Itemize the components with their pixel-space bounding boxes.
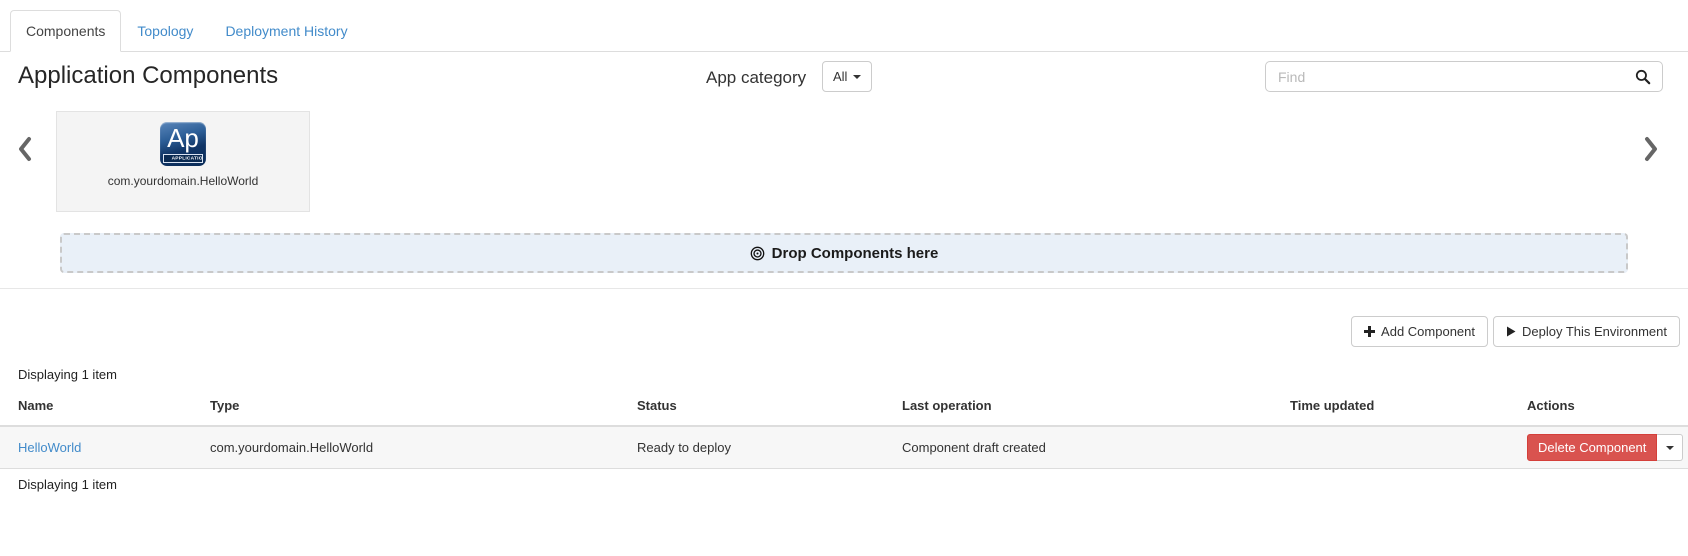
app-category-value: All [833, 69, 847, 84]
cell-last-operation: Component draft created [894, 426, 1282, 469]
cell-name: HelloWorld [0, 426, 202, 469]
caret-down-icon [1666, 446, 1674, 450]
cell-time-updated [1282, 426, 1519, 469]
component-card-label: com.yourdomain.HelloWorld [57, 174, 309, 188]
chevron-left-icon [17, 136, 32, 162]
components-table: Name Type Status Last operation Time upd… [0, 392, 1688, 469]
item-count-top: Displaying 1 item [18, 367, 117, 382]
component-link[interactable]: HelloWorld [18, 440, 81, 455]
search-icon[interactable] [1635, 69, 1651, 85]
column-header-last-operation: Last operation [894, 392, 1282, 426]
page-title: Application Components [18, 62, 278, 90]
add-component-button[interactable]: Add Component [1351, 316, 1488, 347]
deploy-environment-label: Deploy This Environment [1522, 324, 1667, 339]
delete-split-button: Delete Component [1527, 434, 1683, 461]
table-row: HelloWorld com.yourdomain.HelloWorld Rea… [0, 426, 1688, 469]
drop-zone-label: Drop Components here [772, 245, 939, 262]
app-category-label: App category [706, 68, 806, 88]
application-icon-caption: APPLICATION [172, 156, 195, 160]
deploy-environment-button[interactable]: Deploy This Environment [1493, 316, 1680, 347]
item-count-bottom: Displaying 1 item [18, 477, 117, 492]
tab-bar: Components Topology Deployment History [0, 10, 1688, 52]
tab-components[interactable]: Components [10, 10, 121, 52]
plus-icon [1364, 326, 1375, 337]
column-header-time-updated: Time updated [1282, 392, 1519, 426]
add-component-label: Add Component [1381, 324, 1475, 339]
carousel-prev-button[interactable] [17, 136, 32, 165]
target-icon [750, 246, 765, 261]
find-search [1265, 61, 1663, 92]
column-header-actions: Actions [1519, 392, 1688, 426]
column-header-name: Name [0, 392, 202, 426]
section-divider [0, 288, 1688, 289]
toolbar: Add Component Deploy This Environment [1351, 316, 1680, 347]
cell-status: Ready to deploy [629, 426, 894, 469]
search-input[interactable] [1266, 62, 1662, 91]
application-icon-text: Ap [160, 122, 206, 153]
column-header-type: Type [202, 392, 629, 426]
tab-topology[interactable]: Topology [121, 10, 209, 52]
component-card[interactable]: Ap APPLICATION com.yourdomain.HelloWorld [56, 111, 310, 212]
caret-down-icon [853, 75, 861, 79]
delete-dropdown-toggle[interactable] [1657, 434, 1683, 461]
play-icon [1506, 326, 1516, 337]
column-header-status: Status [629, 392, 894, 426]
carousel-next-button[interactable] [1644, 136, 1659, 165]
cell-type: com.yourdomain.HelloWorld [202, 426, 629, 469]
application-icon-band: APPLICATION [163, 154, 203, 163]
table-header-row: Name Type Status Last operation Time upd… [0, 392, 1688, 426]
app-category-dropdown[interactable]: All [822, 61, 872, 92]
delete-component-button[interactable]: Delete Component [1527, 434, 1657, 461]
drop-zone[interactable]: Drop Components here [60, 233, 1628, 273]
tab-deployment-history[interactable]: Deployment History [209, 10, 363, 52]
application-icon: Ap APPLICATION [160, 122, 206, 166]
cell-actions: Delete Component [1519, 426, 1688, 469]
chevron-right-icon [1644, 136, 1659, 162]
